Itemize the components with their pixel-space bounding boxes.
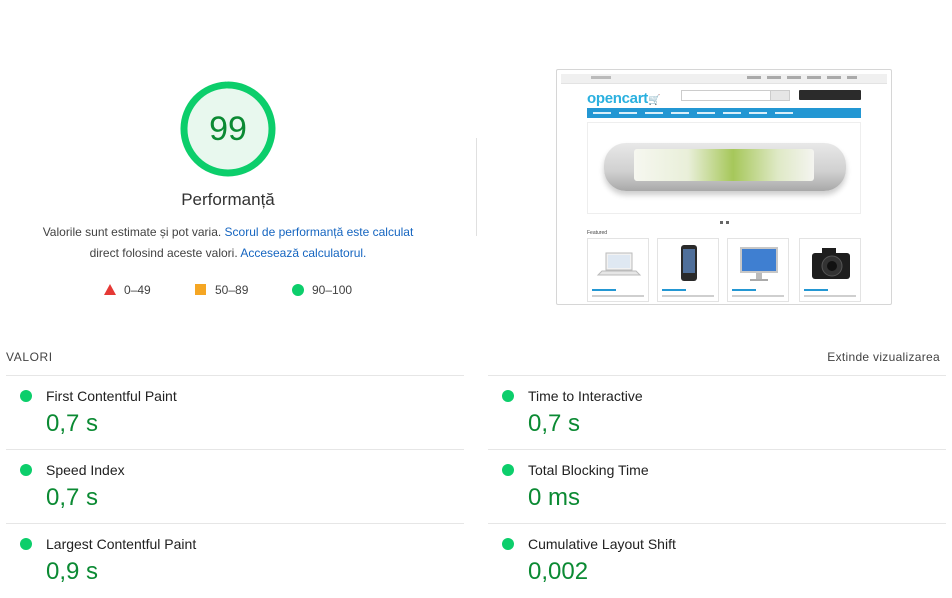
calculator-link[interactable]: Accesează calculatorul. — [240, 246, 366, 260]
metric-value: 0,002 — [528, 558, 589, 585]
pass-circle-icon — [20, 538, 32, 550]
pass-circle-icon — [502, 464, 514, 476]
metric-name: Largest Contentful Paint — [46, 536, 197, 552]
score-description: Valorile sunt estimate și pot varia. Sco… — [28, 222, 428, 264]
score-gauge: 99 — [178, 79, 278, 179]
opencart-logo: opencart🛒 — [587, 90, 660, 107]
square-icon — [195, 284, 206, 295]
logo-text: opencart — [587, 90, 648, 107]
metric-name: Cumulative Layout Shift — [528, 536, 676, 552]
product-card — [657, 238, 719, 302]
product-card — [587, 238, 649, 302]
metric-speed-index: Speed Index 0,7 s — [6, 449, 464, 524]
score-calculation-link[interactable]: Scorul de performanță este calculat — [225, 225, 414, 239]
camera-image — [812, 248, 850, 279]
metric-name: Speed Index — [46, 462, 125, 478]
screenshot-nav-bar — [587, 108, 861, 118]
screenshot-products — [587, 238, 863, 304]
metric-name: Total Blocking Time — [528, 462, 649, 478]
pass-circle-icon — [502, 390, 514, 402]
metric-value: 0,9 s — [46, 558, 99, 585]
metric-name: Time to Interactive — [528, 388, 643, 404]
score-value: 99 — [209, 110, 247, 148]
iphone-image — [681, 245, 697, 281]
metric-cumulative-layout-shift: Cumulative Layout Shift 0,002 — [488, 523, 946, 598]
metric-value: 0,7 s — [46, 410, 99, 437]
legend-label: 90–100 — [312, 283, 353, 297]
metric-name: First Contentful Paint — [46, 388, 177, 404]
product-card — [727, 238, 789, 302]
metrics-header: VALORI Extinde vizualizarea — [0, 340, 952, 374]
pass-circle-icon — [20, 464, 32, 476]
legend-label: 0–49 — [124, 283, 151, 297]
metric-value: 0,7 s — [528, 410, 581, 437]
phone-image — [604, 143, 846, 191]
product-card — [799, 238, 861, 302]
final-screenshot: opencart🛒 Featured — [556, 69, 892, 305]
screenshot-topbar — [561, 74, 887, 84]
monitor-image — [740, 247, 778, 281]
laptop-image — [596, 252, 642, 276]
description-text: Valorile sunt estimate și pot varia. — [42, 225, 225, 239]
featured-heading: Featured — [587, 230, 608, 236]
metric-value: 0,7 s — [46, 484, 99, 511]
circle-icon — [292, 284, 304, 296]
metric-value: 0 ms — [528, 484, 581, 511]
metric-largest-contentful-paint: Largest Contentful Paint 0,9 s — [6, 523, 464, 598]
screenshot-search-button — [770, 90, 790, 101]
description-text-2: direct folosind aceste valori. — [89, 246, 241, 260]
metric-time-to-interactive: Time to Interactive 0,7 s — [488, 375, 946, 450]
metric-first-contentful-paint: First Contentful Paint 0,7 s — [6, 375, 464, 450]
legend-label: 50–89 — [215, 283, 249, 297]
cart-icon: 🛒 — [647, 95, 661, 106]
pass-circle-icon — [502, 538, 514, 550]
pass-circle-icon — [20, 390, 32, 402]
metric-total-blocking-time: Total Blocking Time 0 ms — [488, 449, 946, 524]
performance-summary: 99 Performanță Valorile sunt estimate și… — [0, 0, 952, 330]
vertical-divider — [476, 138, 477, 236]
screenshot-cart-button — [799, 90, 861, 100]
triangle-icon — [104, 284, 116, 295]
expand-view-toggle[interactable]: Extinde vizualizarea — [827, 350, 940, 364]
category-title: Performanță — [181, 190, 275, 209]
slider-dots — [720, 221, 730, 224]
metrics-label: VALORI — [6, 350, 53, 364]
score-legend: 0–49 50–89 90–100 — [100, 282, 380, 298]
screenshot-search-box — [681, 90, 771, 101]
screenshot-banner — [587, 122, 861, 214]
